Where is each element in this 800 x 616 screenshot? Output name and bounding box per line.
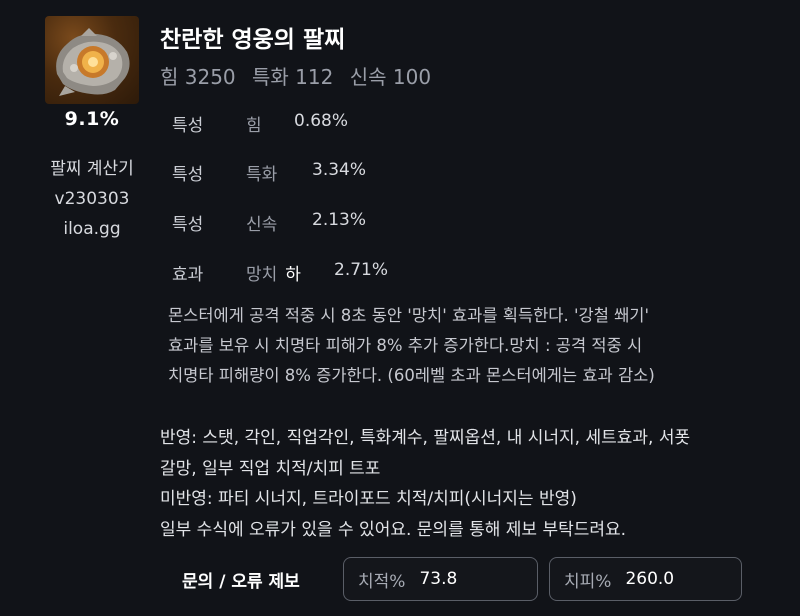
crit-damage-field: 치피% (549, 557, 742, 601)
option-value: 3.34% (312, 160, 367, 180)
option-type: 효과 (172, 265, 204, 285)
crit-damage-label: 치피% (564, 571, 612, 592)
option-grade: 하 (285, 265, 301, 285)
option-value: 2.13% (312, 210, 367, 230)
base-stat-specialization: 특화 112 (252, 65, 334, 89)
option-value: 2.71% (334, 260, 389, 280)
option-name: 망치 하 (246, 260, 301, 285)
brand-version: v230303 (54, 189, 130, 209)
item-title: 찬란한 영웅의 팔찌 (160, 27, 346, 53)
note-line: 반영: 스탯, 각인, 직업각인, 특화계수, 팔찌옵션, 내 시너지, 세트효… (160, 428, 691, 448)
note-line: 미반영: 파티 시너지, 트라이포드 치적/치피(시너지는 반영) (160, 489, 577, 509)
effect-line: 몬스터에게 공격 적중 시 8초 동안 '망치' 효과를 획득한다. '강철 쐐… (168, 306, 650, 325)
option-name: 특화 (246, 165, 278, 185)
base-stat-str: 힘 3250 (160, 65, 236, 89)
brand-name: 팔찌 계산기 (50, 159, 134, 179)
note-line: 갈망, 일부 직업 치적/치피 트포 (160, 458, 381, 479)
option-name: 신속 (246, 215, 278, 235)
brand-site: iloa.gg (63, 219, 121, 239)
option-value: 0.68% (294, 111, 349, 131)
option-name-label: 망치 (246, 265, 278, 285)
item-quality: 9.1% (64, 108, 120, 130)
effect-description: 몬스터에게 공격 적중 시 8초 동안 '망치' 효과를 획득한다. '강철 쐐… (168, 301, 768, 391)
report-error-button[interactable]: 문의 / 오류 제보 (166, 557, 324, 601)
base-stat-swiftness: 신속 100 (349, 65, 432, 89)
option-name: 힘 (246, 116, 262, 136)
base-stats: 힘 3250 특화 112 신속 100 (160, 61, 441, 90)
effect-line: 치명타 피해량이 8% 증가한다. (60레벨 초과 몬스터에게는 효과 감소) (168, 366, 655, 385)
bracelet-icon (45, 16, 139, 104)
crit-rate-input[interactable] (419, 569, 520, 589)
calculation-notes: 반영: 스탯, 각인, 직업각인, 특화계수, 팔찌옵션, 내 시너지, 세트효… (160, 423, 690, 545)
option-type: 특성 (172, 165, 204, 185)
note-line: 일부 수식에 오류가 있을 수 있어요. 문의를 통해 제보 부탁드려요. (160, 519, 627, 540)
option-type: 특성 (172, 215, 204, 235)
effect-line: 효과를 보유 시 치명타 피해가 8% 추가 증가한다.망치 : 공격 적중 시 (168, 336, 643, 355)
crit-damage-input[interactable] (625, 569, 726, 589)
crit-rate-field: 치적% (343, 557, 538, 601)
option-type: 특성 (172, 116, 204, 136)
calculator-brand: 팔찌 계산기 v230303 iloa.gg (30, 154, 154, 244)
crit-rate-label: 치적% (358, 571, 406, 592)
